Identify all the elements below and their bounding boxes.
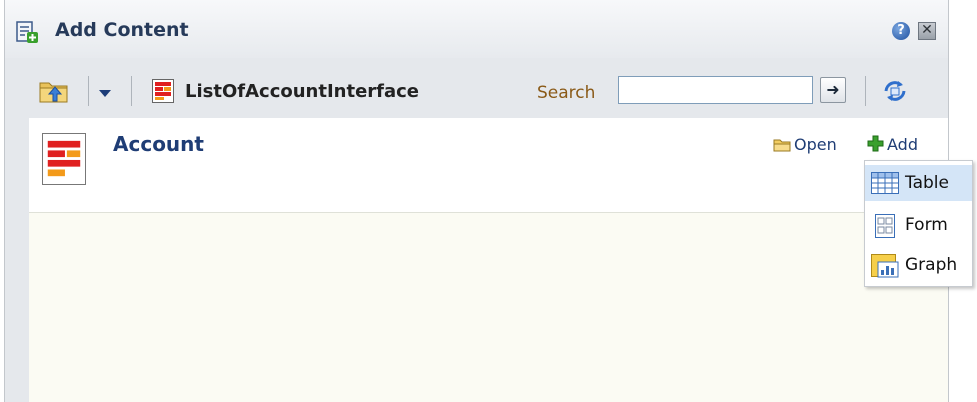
add-menu: Table Form Graph (864, 160, 973, 287)
content-panel: Account Open Add (29, 118, 948, 402)
dialog-header: Add Content ? ✕ (5, 0, 948, 58)
add-label: Add (887, 135, 918, 154)
add-link[interactable]: Add (867, 135, 918, 154)
help-icon[interactable]: ? (892, 22, 910, 40)
menu-item-graph[interactable]: Graph (865, 247, 972, 283)
chevron-down-icon[interactable] (99, 90, 111, 97)
folder-icon (773, 139, 791, 152)
graph-icon (871, 254, 899, 278)
menu-item-label: Table (905, 173, 949, 193)
toolbar-separator (865, 76, 866, 106)
list-icon[interactable] (152, 79, 174, 103)
toolbar-separator (88, 76, 89, 106)
menu-item-form[interactable]: Form (865, 207, 972, 243)
search-go-button[interactable]: ➜ (820, 77, 846, 103)
folder-up-icon[interactable] (39, 78, 69, 104)
dialog-title: Add Content (55, 19, 189, 41)
add-content-icon (16, 21, 38, 43)
close-icon[interactable]: ✕ (918, 22, 936, 40)
open-label: Open (794, 135, 837, 154)
toolbar-separator (131, 76, 132, 106)
form-icon (875, 214, 895, 238)
menu-item-label: Form (905, 215, 948, 235)
list-icon[interactable] (42, 133, 86, 185)
menu-item-table[interactable]: Table (865, 165, 972, 201)
add-content-dialog: Add Content ? ✕ ListOfAccountInterface S… (4, 0, 949, 402)
menu-item-label: Graph (905, 255, 958, 275)
refresh-icon[interactable] (882, 78, 908, 104)
list-item[interactable]: Account Open Add (29, 118, 948, 213)
item-title[interactable]: Account (113, 132, 204, 156)
toolbar: ListOfAccountInterface Search ➜ (5, 58, 948, 118)
table-icon (871, 172, 899, 194)
search-label: Search (537, 83, 596, 103)
search-input[interactable] (618, 76, 813, 104)
open-link[interactable]: Open (773, 135, 837, 154)
plus-icon (867, 135, 884, 152)
current-path-label: ListOfAccountInterface (185, 81, 420, 102)
